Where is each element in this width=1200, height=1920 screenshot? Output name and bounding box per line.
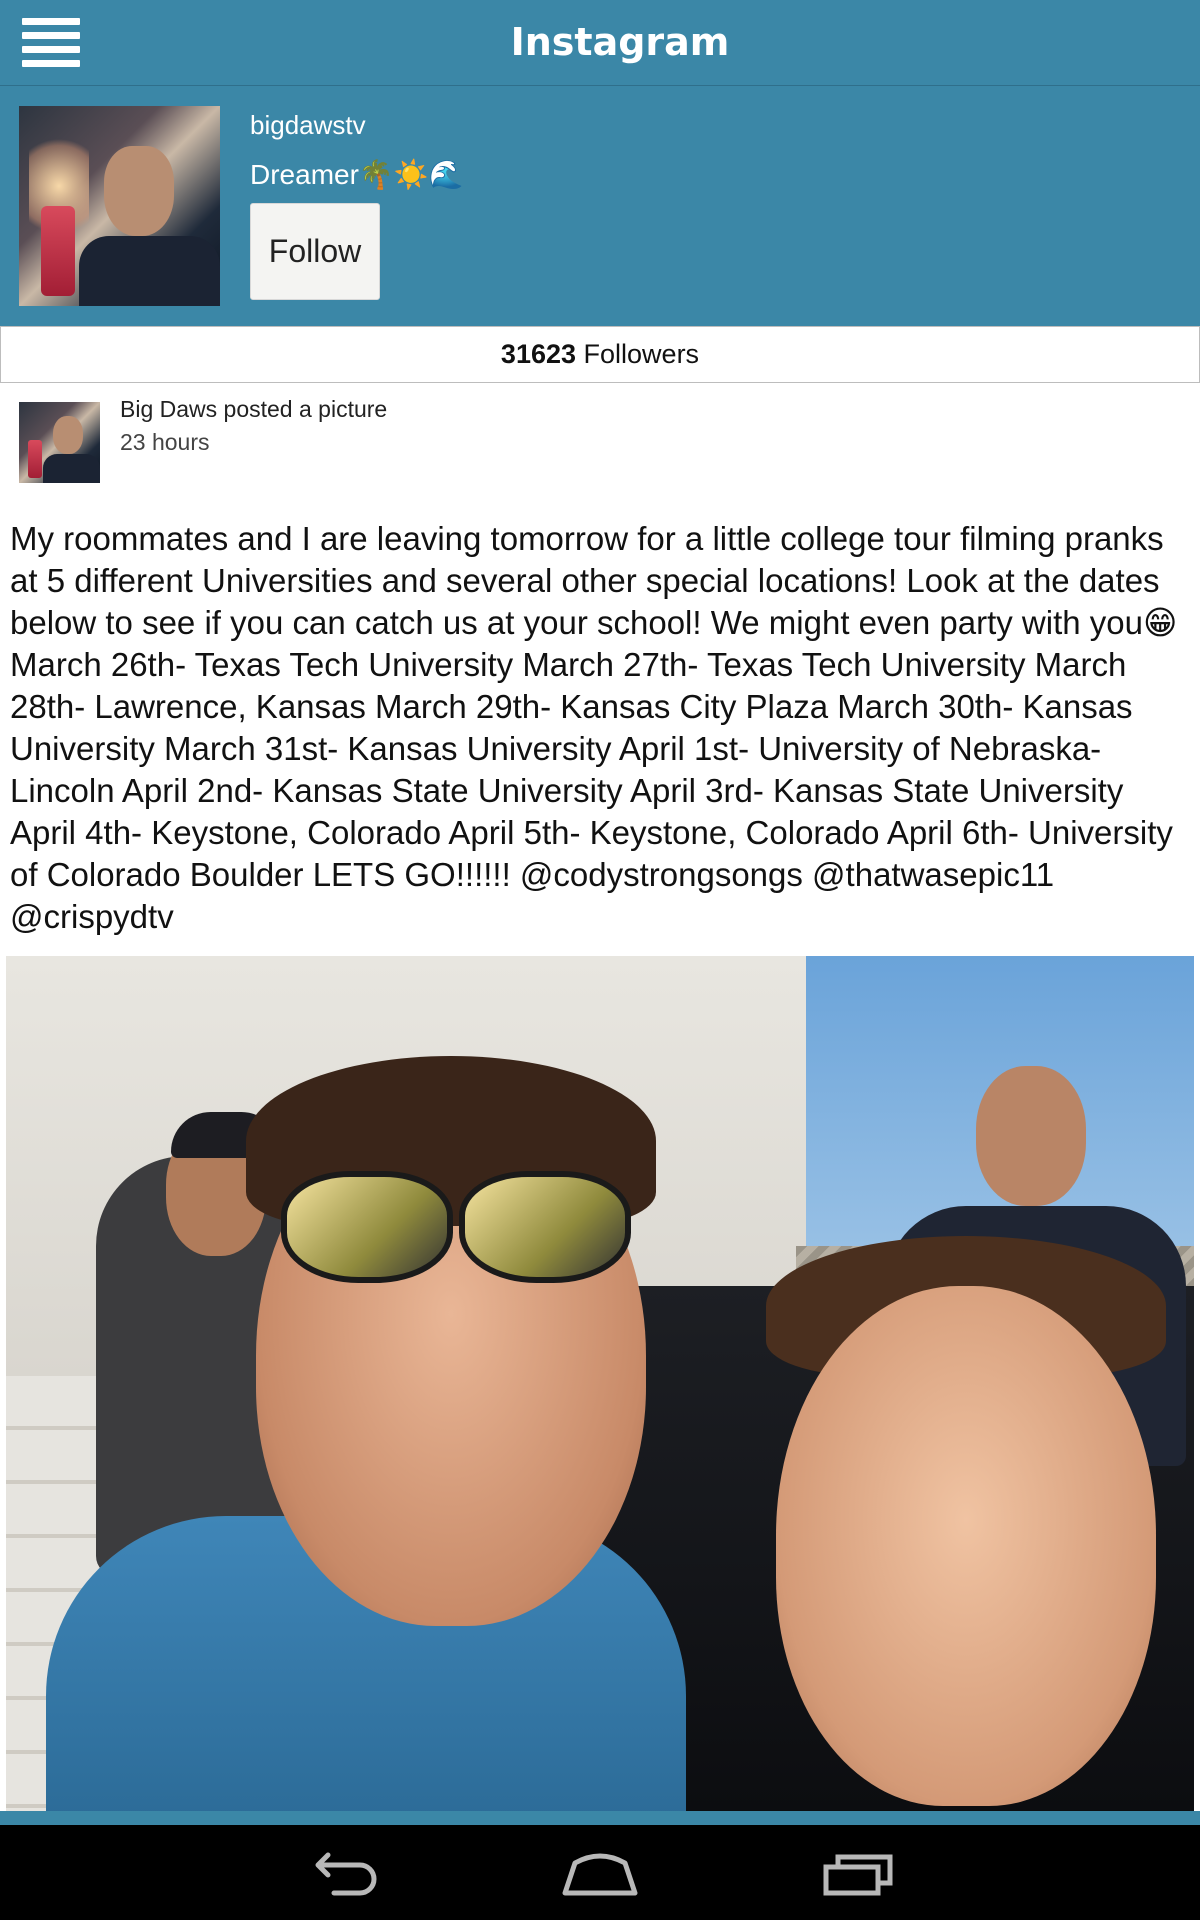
followers-label: Followers bbox=[583, 339, 700, 369]
follow-button[interactable]: Follow bbox=[250, 203, 380, 300]
profile-header: bigdawstv Dreamer🌴☀️🌊 Follow bbox=[0, 86, 1200, 326]
back-icon[interactable] bbox=[298, 1843, 388, 1903]
recents-icon[interactable] bbox=[812, 1843, 902, 1903]
profile-username[interactable]: bigdawstv bbox=[250, 110, 366, 141]
post-timestamp: 23 hours bbox=[120, 429, 210, 455]
followers-count: 31623 bbox=[500, 339, 577, 369]
followers-bar[interactable]: 31623 Followers bbox=[0, 326, 1200, 383]
hamburger-menu-icon[interactable] bbox=[22, 18, 80, 67]
app-bar: Instagram bbox=[0, 0, 1200, 86]
post-author-avatar[interactable] bbox=[19, 402, 100, 483]
system-nav-bar bbox=[0, 1825, 1200, 1920]
post-author-line: Big Daws posted a picture bbox=[120, 396, 388, 422]
post-photo[interactable] bbox=[6, 956, 1194, 1811]
profile-avatar[interactable] bbox=[19, 106, 220, 306]
accent-divider bbox=[0, 1811, 1200, 1825]
profile-bio: Dreamer🌴☀️🌊 bbox=[250, 159, 464, 190]
post-caption: My roommates and I are leaving tomorrow … bbox=[10, 520, 1178, 935]
app-title: Instagram bbox=[510, 20, 730, 64]
app-screen: Instagram bigdawstv Dreamer🌴☀️🌊 Follow 3… bbox=[0, 0, 1200, 1920]
home-icon[interactable] bbox=[555, 1843, 645, 1903]
